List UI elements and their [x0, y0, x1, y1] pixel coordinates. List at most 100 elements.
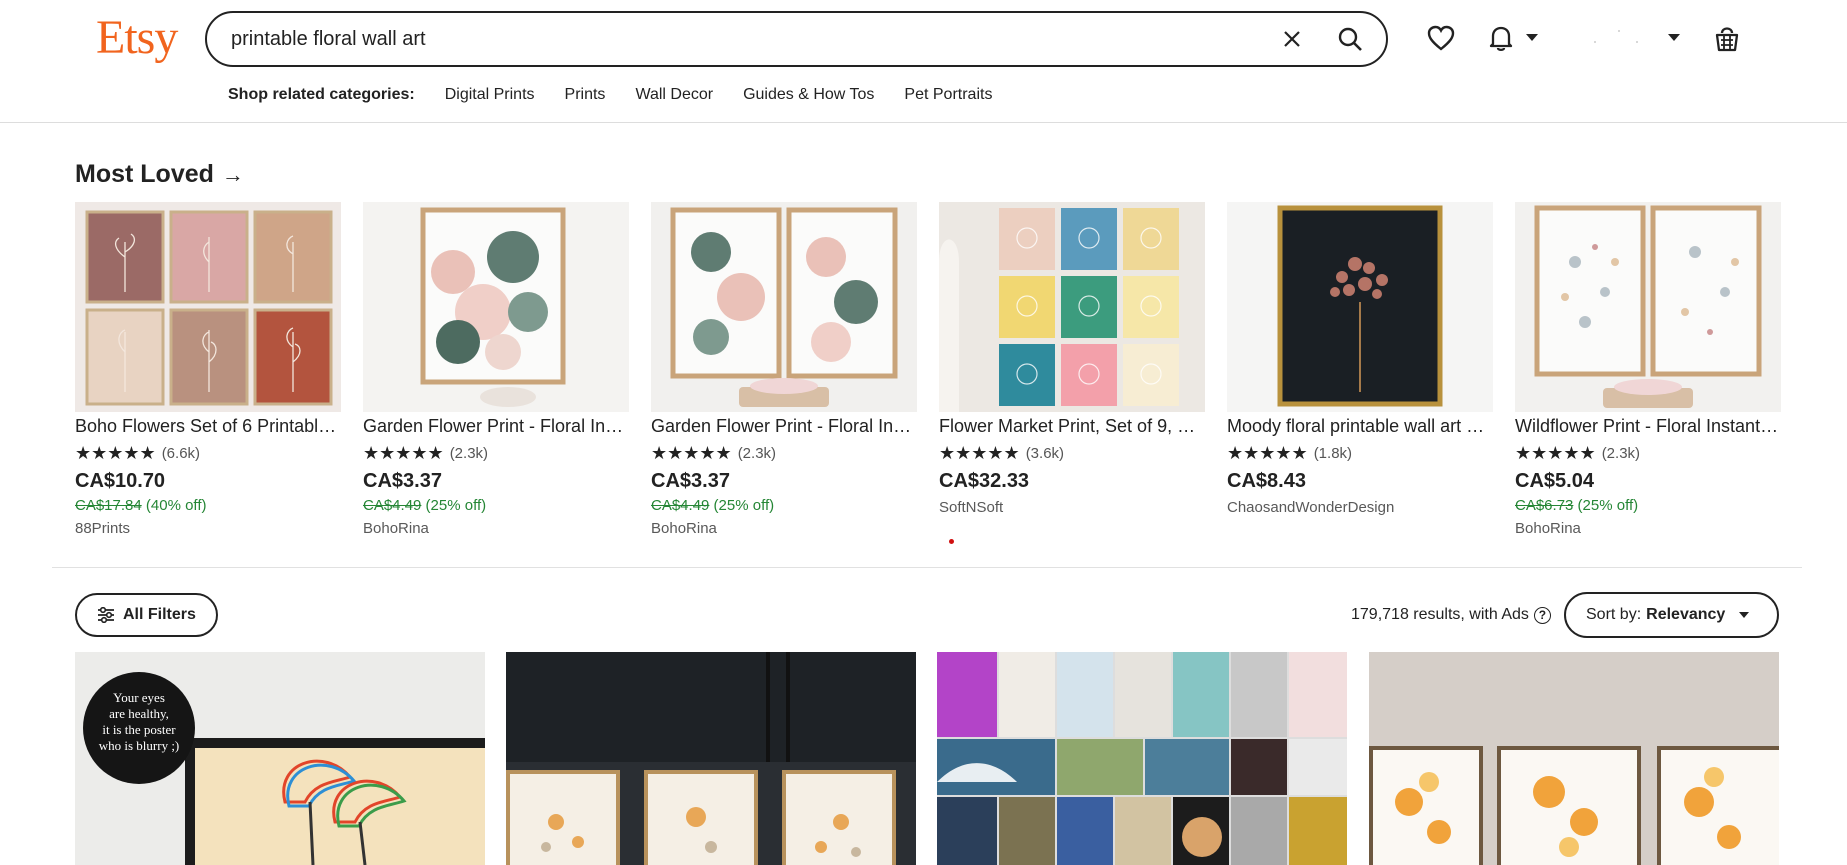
- search-icon: [1338, 27, 1362, 51]
- stars-icon: ★★★★★: [651, 443, 732, 463]
- caret-down-icon: [1739, 612, 1750, 618]
- carousel-indicator: [949, 539, 954, 544]
- search-button[interactable]: [1328, 17, 1372, 61]
- listing-image[interactable]: [939, 202, 1205, 412]
- filter-sliders-icon: [98, 607, 114, 623]
- discount-percent: (25% off): [1577, 497, 1639, 514]
- etsy-logo[interactable]: Etsy: [96, 10, 178, 65]
- category-guides[interactable]: Guides & How Tos: [743, 86, 874, 104]
- stars-icon: ★★★★★: [75, 443, 156, 463]
- discount: CA$4.49 (25% off): [363, 497, 629, 514]
- shop-name[interactable]: BohoRina: [363, 520, 629, 537]
- rating: ★★★★★ (3.6k): [939, 443, 1205, 464]
- badge-line: it is the poster: [102, 722, 176, 737]
- ads-help-icon[interactable]: ?: [1533, 606, 1551, 624]
- stars-icon: ★★★★★: [1515, 443, 1596, 463]
- listing-image[interactable]: [506, 652, 916, 865]
- notifications-button[interactable]: [1481, 18, 1521, 58]
- stars-icon: ★★★★★: [939, 443, 1020, 463]
- badge-line: are healthy,: [109, 706, 169, 721]
- listing-card[interactable]: [1369, 652, 1779, 865]
- listing-image[interactable]: [1227, 202, 1493, 412]
- most-loved-label: Most Loved: [75, 160, 214, 188]
- all-filters-button[interactable]: All Filters: [75, 593, 218, 637]
- original-price: CA$17.84: [75, 497, 142, 514]
- category-pet-portraits[interactable]: Pet Portraits: [904, 86, 992, 104]
- account-button[interactable]: [1586, 18, 1646, 58]
- price: CA$3.37: [651, 470, 730, 492]
- close-icon: [1284, 31, 1300, 47]
- rating: ★★★★★ (1.8k): [1227, 443, 1493, 464]
- badge-line: who is blurry ;): [98, 738, 180, 753]
- listing-image[interactable]: [1515, 202, 1781, 412]
- categories-label: Shop related categories:: [228, 86, 415, 103]
- rating: ★★★★★ (2.3k): [651, 443, 917, 464]
- clear-search-button[interactable]: [1270, 17, 1314, 61]
- listing-image[interactable]: [1369, 652, 1779, 865]
- cart-button[interactable]: [1707, 18, 1747, 58]
- listing-title[interactable]: Moody floral printable wall art download: [1227, 416, 1493, 437]
- listing-title[interactable]: Wildflower Print - Floral Instant Downlo…: [1515, 416, 1781, 437]
- rating: ★★★★★ (6.6k): [75, 443, 341, 464]
- listing-title[interactable]: Boho Flowers Set of 6 Printable Wall Art: [75, 416, 341, 437]
- favorites-button[interactable]: [1421, 18, 1461, 58]
- listing-image[interactable]: [651, 202, 917, 412]
- listing-card[interactable]: [506, 652, 916, 865]
- related-categories: Shop related categories: Digital Prints …: [228, 86, 1022, 104]
- listing-image[interactable]: [937, 652, 1347, 865]
- discount-percent: (40% off): [145, 497, 207, 514]
- shop-name[interactable]: 88Prints: [75, 520, 341, 537]
- listing-image[interactable]: [75, 202, 341, 412]
- search-bar: [205, 11, 1388, 67]
- price: CA$5.04: [1515, 470, 1594, 492]
- listing-image[interactable]: [363, 202, 629, 412]
- most-loved-card[interactable]: Garden Flower Print - Floral Instant Dow…: [651, 202, 917, 537]
- most-loved-card[interactable]: Boho Flowers Set of 6 Printable Wall Art…: [75, 202, 341, 537]
- bell-icon: [1489, 26, 1513, 52]
- listing-title[interactable]: Flower Market Print, Set of 9, Printable: [939, 416, 1205, 437]
- most-loved-title[interactable]: Most Loved →: [75, 160, 244, 189]
- price: CA$3.37: [363, 470, 442, 492]
- listing-card[interactable]: [937, 652, 1347, 865]
- heart-icon: [1427, 25, 1455, 51]
- listing-title[interactable]: Garden Flower Print - Floral Instant Dow…: [363, 416, 629, 437]
- badge-line: Your eyes: [113, 690, 165, 705]
- most-loved-card[interactable]: Wildflower Print - Floral Instant Downlo…: [1515, 202, 1781, 537]
- search-input[interactable]: [229, 18, 1270, 60]
- discount: CA$4.49 (25% off): [651, 497, 917, 514]
- review-count: (2.3k): [1601, 445, 1641, 462]
- review-count: (1.8k): [1313, 445, 1353, 462]
- category-wall-decor[interactable]: Wall Decor: [635, 86, 713, 104]
- listing-card[interactable]: Your eyes are healthy, it is the poster …: [75, 652, 485, 865]
- listing-title[interactable]: Garden Flower Print - Floral Instant Dow…: [651, 416, 917, 437]
- listing-image[interactable]: [75, 652, 485, 865]
- shop-name[interactable]: SoftNSoft: [939, 499, 1205, 516]
- discount: CA$6.73 (25% off): [1515, 497, 1781, 514]
- notifications-caret-icon[interactable]: [1526, 34, 1538, 41]
- price: CA$8.43: [1227, 470, 1306, 492]
- stars-icon: ★★★★★: [1227, 443, 1308, 463]
- results-count: 179,718 results, with Ads ?: [1351, 606, 1551, 624]
- section-divider: [52, 567, 1802, 568]
- category-prints[interactable]: Prints: [565, 86, 606, 104]
- sort-value: Relevancy: [1646, 606, 1726, 623]
- review-count: (3.6k): [1025, 445, 1065, 462]
- site-header: Etsy printable floral wall art Shop rela…: [0, 0, 1847, 123]
- rating: ★★★★★ (2.3k): [1515, 443, 1781, 464]
- most-loved-card[interactable]: Moody floral printable wall art download…: [1227, 202, 1493, 516]
- stars-icon: ★★★★★: [363, 443, 444, 463]
- original-price: CA$4.49: [363, 497, 422, 514]
- shop-name[interactable]: BohoRina: [1515, 520, 1781, 537]
- account-caret-icon[interactable]: [1668, 34, 1680, 41]
- sort-dropdown[interactable]: Sort by: Relevancy: [1564, 592, 1779, 638]
- discount: CA$17.84 (40% off): [75, 497, 341, 514]
- shop-name[interactable]: ChaosandWonderDesign: [1227, 499, 1493, 516]
- discount-percent: (25% off): [425, 497, 487, 514]
- arrow-right-icon: →: [221, 161, 244, 187]
- review-count: (2.3k): [449, 445, 489, 462]
- category-digital-prints[interactable]: Digital Prints: [445, 86, 535, 104]
- most-loved-card[interactable]: Garden Flower Print - Floral Instant Dow…: [363, 202, 629, 537]
- most-loved-card[interactable]: Flower Market Print, Set of 9, Printable…: [939, 202, 1205, 516]
- review-count: (6.6k): [161, 445, 201, 462]
- shop-name[interactable]: BohoRina: [651, 520, 917, 537]
